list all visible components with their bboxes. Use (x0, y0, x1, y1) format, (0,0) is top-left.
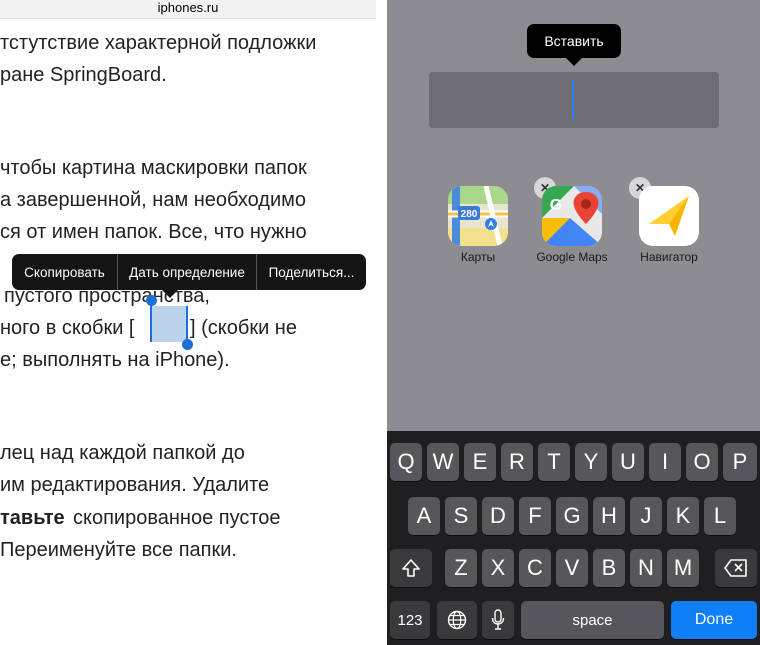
key-f[interactable]: F (519, 497, 551, 535)
key-h[interactable]: H (593, 497, 625, 535)
maps-icon: 280 (448, 186, 508, 246)
key-j[interactable]: J (630, 497, 662, 535)
microphone-icon (491, 609, 505, 630)
backspace-icon (724, 559, 747, 577)
key-z[interactable]: Z (445, 549, 477, 587)
key-a[interactable]: A (408, 497, 440, 535)
key-p[interactable]: P (723, 443, 757, 481)
article-line: ] (скобки не (190, 317, 297, 339)
article-line: ране SpringBoard. (0, 64, 167, 86)
yandex-navigator-icon (639, 186, 699, 246)
key-b[interactable]: B (593, 549, 625, 587)
article-line: чтобы картина маскировки папок (0, 157, 307, 179)
home-screen-pane: Вставить 280 Карты ✕ G Google Maps ✕ Нав… (387, 0, 760, 645)
backspace-key[interactable] (715, 549, 757, 587)
globe-icon (447, 610, 467, 630)
url-bar[interactable]: iphones.ru (0, 0, 376, 19)
done-key[interactable]: Done (671, 601, 757, 639)
key-r[interactable]: R (501, 443, 533, 481)
key-i[interactable]: I (649, 443, 681, 481)
article-line: е; выполнять на iPhone). (0, 349, 230, 371)
shift-key[interactable] (390, 549, 432, 587)
key-y[interactable]: Y (575, 443, 607, 481)
app-maps[interactable]: 280 Карты (428, 186, 528, 264)
svg-text:G: G (550, 197, 562, 214)
key-u[interactable]: U (612, 443, 644, 481)
article-line: лец над каждой папкой до (0, 442, 245, 464)
selection-end-handle[interactable] (182, 339, 193, 350)
key-m[interactable]: M (667, 549, 699, 587)
key-x[interactable]: X (482, 549, 514, 587)
copy-menu-item[interactable]: Скопировать (12, 254, 117, 290)
key-g[interactable]: G (556, 497, 588, 535)
selection-end-bar (186, 306, 188, 342)
key-w[interactable]: W (427, 443, 459, 481)
app-label: Карты (460, 250, 496, 264)
dictation-key[interactable] (482, 601, 514, 639)
key-v[interactable]: V (556, 549, 588, 587)
app-navigator[interactable]: Навигатор (619, 186, 719, 264)
article-line: ся от имен папок. Все, что нужно (0, 221, 307, 243)
key-t[interactable]: T (538, 443, 570, 481)
text-selection-highlight (150, 306, 188, 342)
article-line: а завершенной, нам необходимо (0, 189, 307, 211)
numbers-key[interactable]: 123 (390, 601, 430, 639)
key-q[interactable]: Q (390, 443, 422, 481)
app-google-maps[interactable]: G Google Maps (522, 186, 622, 264)
key-s[interactable]: S (445, 497, 477, 535)
article-bold-word: тавьте (0, 507, 65, 529)
shift-icon (402, 559, 420, 577)
article-line: им редактирования. Удалите (0, 474, 270, 496)
paste-tooltip-arrow (565, 57, 583, 66)
app-label: Навигатор (640, 250, 698, 264)
key-c[interactable]: C (519, 549, 551, 587)
highway-badge: 280 (461, 209, 478, 220)
article-line: скопированное пустое (73, 507, 281, 529)
key-e[interactable]: E (464, 443, 496, 481)
article-line: тстутствие характерной подложки (0, 32, 317, 54)
share-menu-item[interactable]: Поделиться... (257, 254, 366, 290)
key-d[interactable]: D (482, 497, 514, 535)
define-menu-item[interactable]: Дать определение (118, 254, 256, 290)
text-cursor (572, 80, 574, 120)
app-label: Google Maps (536, 250, 608, 264)
article-line: Переименуйте все папки. (0, 539, 237, 561)
folder-name-field[interactable] (429, 72, 719, 128)
google-maps-icon: G (542, 186, 602, 246)
selection-start-bar (150, 304, 152, 342)
keyboard: Q W E R T Y U I O P A S D F G H J K L Z … (387, 431, 760, 645)
article-line: ного в скобки [ (0, 317, 135, 339)
paste-button[interactable]: Вставить (527, 24, 621, 58)
context-menu-arrow (161, 289, 179, 298)
key-n[interactable]: N (630, 549, 662, 587)
key-l[interactable]: L (704, 497, 736, 535)
safari-article-pane: iphones.ru тстутствие характерной подлож… (0, 0, 387, 645)
globe-key[interactable] (437, 601, 477, 639)
edit-context-menu: Скопировать Дать определение Поделиться.… (12, 254, 366, 290)
key-o[interactable]: O (686, 443, 718, 481)
key-k[interactable]: K (667, 497, 699, 535)
space-key[interactable]: space (521, 601, 664, 639)
